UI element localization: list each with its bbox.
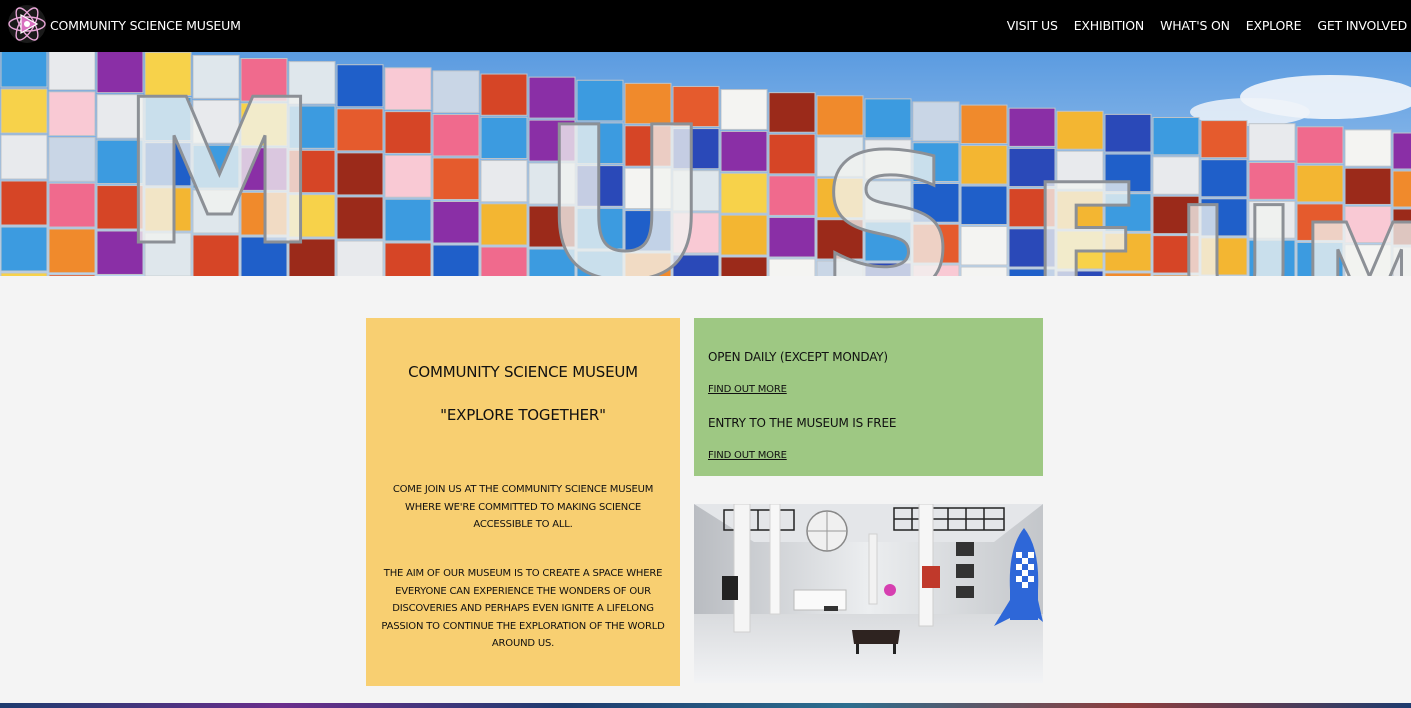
nav-exhibition[interactable]: EXHIBITION bbox=[1074, 18, 1145, 33]
opening-hours-link[interactable]: FIND OUT MORE bbox=[708, 384, 787, 395]
nav-visit-us[interactable]: VISIT US bbox=[1007, 18, 1058, 33]
sign-letter: E bbox=[1030, 149, 1143, 276]
sign-letter: M bbox=[120, 57, 319, 276]
sign-letter: S bbox=[820, 114, 957, 276]
brand-name[interactable]: COMMUNITY SCIENCE MUSEUM bbox=[50, 18, 241, 33]
main-menu: VISIT US EXHIBITION WHAT'S ON EXPLORE GE… bbox=[1007, 18, 1407, 33]
nav-whats-on[interactable]: WHAT'S ON bbox=[1160, 18, 1230, 33]
info-card: OPEN DAILY (EXCEPT MONDAY) FIND OUT MORE… bbox=[694, 318, 1043, 476]
footer-edge-strip bbox=[0, 703, 1411, 708]
sign-letter: U bbox=[540, 82, 711, 276]
opening-hours-text: OPEN DAILY (EXCEPT MONDAY) bbox=[708, 350, 888, 364]
top-nav-bar: COMMUNITY SCIENCE MUSEUM VISIT US EXHIBI… bbox=[0, 0, 1411, 52]
nav-get-involved[interactable]: GET INVOLVED bbox=[1317, 18, 1407, 33]
nav-explore[interactable]: EXPLORE bbox=[1246, 18, 1302, 33]
hero-museum-facade-image: MUSEUM bbox=[0, 52, 1411, 276]
sign-letter: M bbox=[1300, 195, 1411, 276]
sign-letter: U bbox=[1175, 176, 1297, 276]
intro-paragraph-1: COME JOIN US AT THE COMMUNITY SCIENCE MU… bbox=[392, 484, 654, 530]
gallery-interior-image bbox=[694, 504, 1043, 683]
hero-banner: MUSEUM bbox=[0, 52, 1411, 276]
intro-paragraph-2: THE AIM OF OUR MUSEUM IS TO CREATE A SPA… bbox=[381, 568, 665, 649]
intro-card-tagline: "EXPLORE TOGETHER" bbox=[440, 406, 606, 424]
intro-card: COMMUNITY SCIENCE MUSEUM "EXPLORE TOGETH… bbox=[366, 318, 680, 686]
entry-fee-link[interactable]: FIND OUT MORE bbox=[708, 450, 787, 461]
intro-card-title: COMMUNITY SCIENCE MUSEUM bbox=[408, 363, 638, 381]
atom-play-logo-icon[interactable] bbox=[6, 3, 48, 45]
entry-fee-text: ENTRY TO THE MUSEUM IS FREE bbox=[708, 416, 897, 430]
